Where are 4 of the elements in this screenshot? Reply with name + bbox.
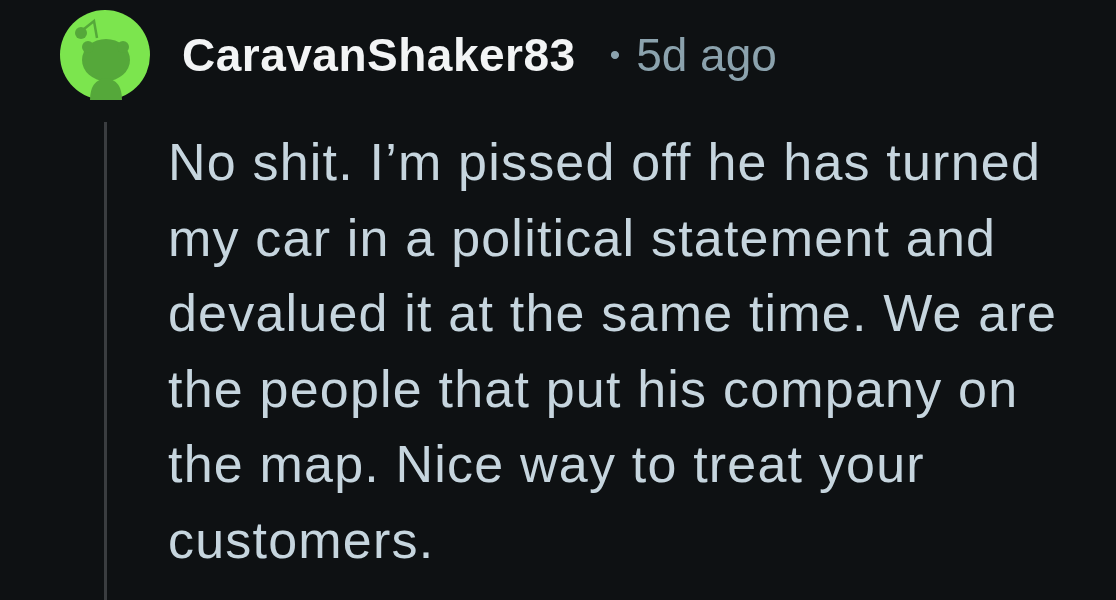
avatar-icon[interactable] — [60, 10, 150, 100]
comment-body: No shit. I’m pissed off he has turned my car in a political statement and devalued it at the same time. We are the people that put his company on the map. Nice way to treat your customers. — [168, 132, 1058, 571]
separator-dot: • — [609, 40, 621, 70]
username[interactable]: CaravanShaker83 — [182, 32, 576, 78]
